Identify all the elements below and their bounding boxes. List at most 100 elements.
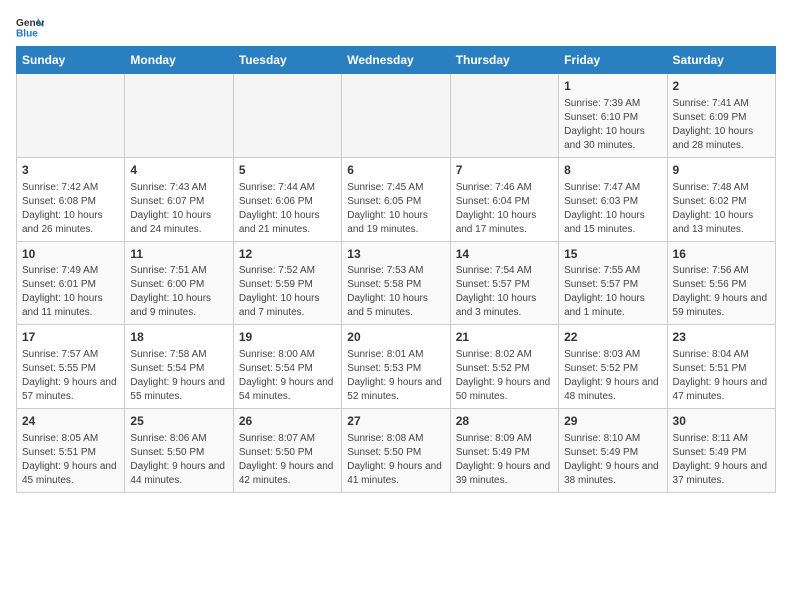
day-number: 2 [673,78,770,95]
calendar-cell: 13Sunrise: 7:53 AM Sunset: 5:58 PM Dayli… [342,241,450,325]
day-number: 26 [239,413,336,430]
day-info: Sunrise: 7:41 AM Sunset: 6:09 PM Dayligh… [673,97,770,153]
day-info: Sunrise: 7:57 AM Sunset: 5:55 PM Dayligh… [22,348,119,404]
day-number: 1 [564,78,661,95]
day-info: Sunrise: 8:00 AM Sunset: 5:54 PM Dayligh… [239,348,336,404]
calendar-cell: 27 Sunrise: 8:08 AM Sunset: 5:50 PM Dayli… [342,409,450,493]
day-number: 23 [673,329,770,346]
calendar-week-row: 3 Sunrise: 7:42 AM Sunset: 6:08 PM Daylig… [17,157,776,241]
calendar-cell [342,74,450,158]
day-info: Sunrise: 8:08 AM Sunset: 5:50 PM Dayligh… [347,432,444,488]
weekday-header-tuesday: Tuesday [233,47,341,74]
day-info: Sunrise: 7:42 AM Sunset: 6:08 PM Dayligh… [22,181,119,237]
day-info: Sunrise: 8:07 AM Sunset: 5:50 PM Dayligh… [239,432,336,488]
calendar-cell: 4Sunrise: 7:43 AM Sunset: 6:07 PM Daylig… [125,157,233,241]
day-number: 4 [130,162,227,179]
weekday-header-friday: Friday [559,47,667,74]
day-number: 15 [564,246,661,263]
calendar-cell: 9 Sunrise: 7:48 AM Sunset: 6:02 PM Daylig… [667,157,775,241]
calendar-week-row: 17 Sunrise: 7:57 AM Sunset: 5:55 PM Dayli… [17,325,776,409]
day-info: Sunrise: 8:02 AM Sunset: 5:52 PM Dayligh… [456,348,553,404]
day-info: Sunrise: 8:05 AM Sunset: 5:51 PM Dayligh… [22,432,119,488]
day-info: Sunrise: 7:56 AM Sunset: 5:56 PM Dayligh… [673,264,770,320]
calendar-week-row: 1 Sunrise: 7:39 AM Sunset: 6:10 PM Daylig… [17,74,776,158]
day-info: Sunrise: 7:53 AM Sunset: 5:58 PM Dayligh… [347,264,444,320]
day-number: 14 [456,246,553,263]
calendar-cell: 11Sunrise: 7:51 AM Sunset: 6:00 PM Dayli… [125,241,233,325]
calendar-table: SundayMondayTuesdayWednesdayThursdayFrid… [16,46,776,493]
day-info: Sunrise: 7:44 AM Sunset: 6:06 PM Dayligh… [239,181,336,237]
day-info: Sunrise: 8:06 AM Sunset: 5:50 PM Dayligh… [130,432,227,488]
day-info: Sunrise: 7:54 AM Sunset: 5:57 PM Dayligh… [456,264,553,320]
calendar-cell: 18Sunrise: 7:58 AM Sunset: 5:54 PM Dayli… [125,325,233,409]
day-info: Sunrise: 7:49 AM Sunset: 6:01 PM Dayligh… [22,264,119,320]
day-number: 22 [564,329,661,346]
svg-text:Blue: Blue [16,28,38,38]
page-header: General Blue [16,16,776,38]
calendar-cell: 28 Sunrise: 8:09 AM Sunset: 5:49 PM Dayli… [450,409,558,493]
day-number: 11 [130,246,227,263]
day-info: Sunrise: 8:01 AM Sunset: 5:53 PM Dayligh… [347,348,444,404]
calendar-cell: 16Sunrise: 7:56 AM Sunset: 5:56 PM Dayli… [667,241,775,325]
day-number: 8 [564,162,661,179]
day-info: Sunrise: 7:52 AM Sunset: 5:59 PM Dayligh… [239,264,336,320]
day-number: 19 [239,329,336,346]
day-number: 16 [673,246,770,263]
day-number: 9 [673,162,770,179]
calendar-cell: 29 Sunrise: 8:10 AM Sunset: 5:49 PM Dayli… [559,409,667,493]
calendar-cell: 12Sunrise: 7:52 AM Sunset: 5:59 PM Dayli… [233,241,341,325]
day-number: 25 [130,413,227,430]
calendar-cell: 17 Sunrise: 7:57 AM Sunset: 5:55 PM Dayli… [17,325,125,409]
day-number: 10 [22,246,119,263]
day-info: Sunrise: 7:39 AM Sunset: 6:10 PM Dayligh… [564,97,661,153]
day-info: Sunrise: 8:09 AM Sunset: 5:49 PM Dayligh… [456,432,553,488]
calendar-cell: 2 Sunrise: 7:41 AM Sunset: 6:09 PM Daylig… [667,74,775,158]
calendar-cell: 3 Sunrise: 7:42 AM Sunset: 6:08 PM Daylig… [17,157,125,241]
day-number: 27 [347,413,444,430]
day-number: 17 [22,329,119,346]
day-number: 20 [347,329,444,346]
calendar-cell: 8 Sunrise: 7:47 AM Sunset: 6:03 PM Daylig… [559,157,667,241]
calendar-week-row: 24 Sunrise: 8:05 AM Sunset: 5:51 PM Dayli… [17,409,776,493]
day-info: Sunrise: 8:03 AM Sunset: 5:52 PM Dayligh… [564,348,661,404]
logo-icon: General Blue [16,16,44,38]
weekday-header-saturday: Saturday [667,47,775,74]
day-number: 3 [22,162,119,179]
calendar-cell: 6Sunrise: 7:45 AM Sunset: 6:05 PM Daylig… [342,157,450,241]
calendar-header: SundayMondayTuesdayWednesdayThursdayFrid… [17,47,776,74]
logo: General Blue [16,16,48,38]
calendar-cell: 25 Sunrise: 8:06 AM Sunset: 5:50 PM Dayli… [125,409,233,493]
calendar-cell: 23 Sunrise: 8:04 AM Sunset: 5:51 PM Dayli… [667,325,775,409]
calendar-cell: 7Sunrise: 7:46 AM Sunset: 6:04 PM Daylig… [450,157,558,241]
day-info: Sunrise: 8:04 AM Sunset: 5:51 PM Dayligh… [673,348,770,404]
weekday-header-monday: Monday [125,47,233,74]
calendar-cell [233,74,341,158]
calendar-cell: 20 Sunrise: 8:01 AM Sunset: 5:53 PM Dayli… [342,325,450,409]
calendar-cell: 14Sunrise: 7:54 AM Sunset: 5:57 PM Dayli… [450,241,558,325]
calendar-cell: 10Sunrise: 7:49 AM Sunset: 6:01 PM Dayli… [17,241,125,325]
day-number: 24 [22,413,119,430]
calendar-cell: 19 Sunrise: 8:00 AM Sunset: 5:54 PM Dayli… [233,325,341,409]
calendar-cell: 24 Sunrise: 8:05 AM Sunset: 5:51 PM Dayli… [17,409,125,493]
day-number: 28 [456,413,553,430]
calendar-cell: 22 Sunrise: 8:03 AM Sunset: 5:52 PM Dayli… [559,325,667,409]
day-number: 12 [239,246,336,263]
day-number: 29 [564,413,661,430]
day-info: Sunrise: 7:46 AM Sunset: 6:04 PM Dayligh… [456,181,553,237]
weekday-header-row: SundayMondayTuesdayWednesdayThursdayFrid… [17,47,776,74]
calendar-cell [125,74,233,158]
weekday-header-wednesday: Wednesday [342,47,450,74]
day-info: Sunrise: 7:47 AM Sunset: 6:03 PM Dayligh… [564,181,661,237]
calendar-cell: 21 Sunrise: 8:02 AM Sunset: 5:52 PM Dayli… [450,325,558,409]
day-number: 21 [456,329,553,346]
calendar-week-row: 10Sunrise: 7:49 AM Sunset: 6:01 PM Dayli… [17,241,776,325]
day-info: Sunrise: 8:11 AM Sunset: 5:49 PM Dayligh… [673,432,770,488]
day-number: 6 [347,162,444,179]
day-info: Sunrise: 7:51 AM Sunset: 6:00 PM Dayligh… [130,264,227,320]
day-info: Sunrise: 7:55 AM Sunset: 5:57 PM Dayligh… [564,264,661,320]
calendar-cell: 5Sunrise: 7:44 AM Sunset: 6:06 PM Daylig… [233,157,341,241]
day-number: 13 [347,246,444,263]
day-info: Sunrise: 7:48 AM Sunset: 6:02 PM Dayligh… [673,181,770,237]
day-info: Sunrise: 8:10 AM Sunset: 5:49 PM Dayligh… [564,432,661,488]
calendar-cell [17,74,125,158]
